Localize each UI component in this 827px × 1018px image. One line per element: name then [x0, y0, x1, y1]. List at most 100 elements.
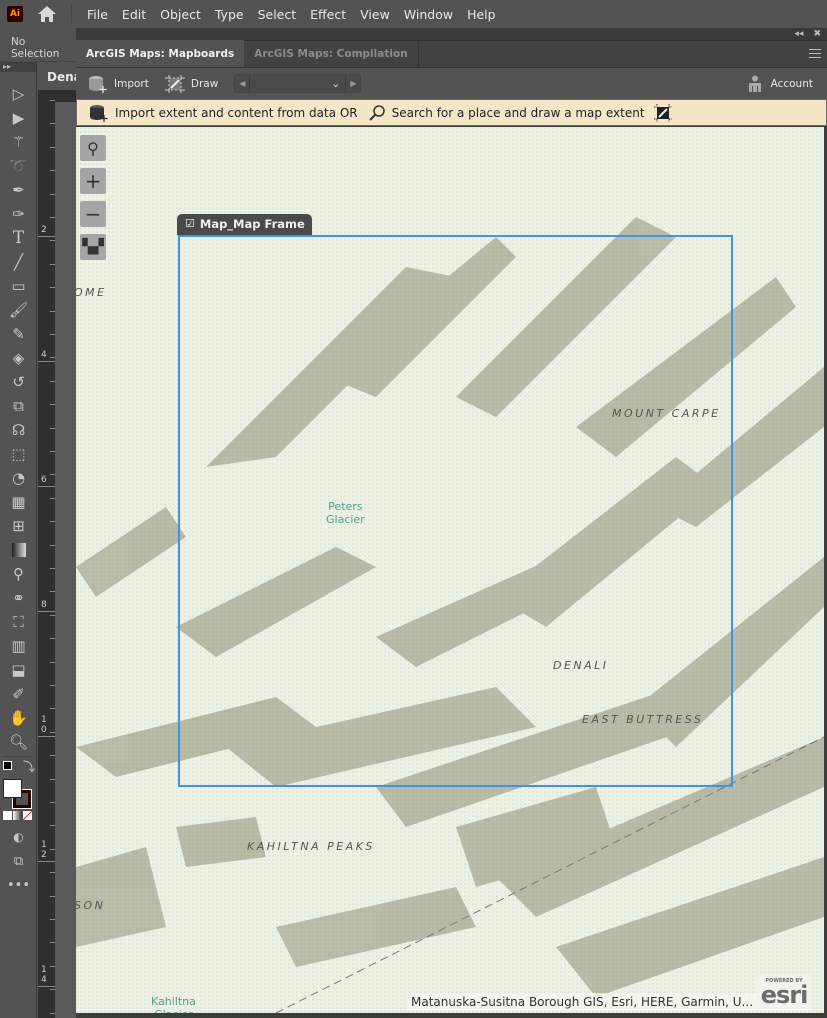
place-label: OME — [76, 286, 107, 299]
artboard-tool-icon[interactable]: ⬓ — [0, 658, 37, 682]
place-label: EAST BUTTRESS — [582, 713, 704, 726]
curvature-tool-icon[interactable]: ✑ — [0, 202, 37, 226]
ruler-major-tick — [38, 236, 55, 237]
shaper-tool-icon[interactable]: ✎ — [0, 322, 37, 346]
hint-import-text: Import extent and content from data OR — [115, 105, 358, 120]
eraser-tool-icon[interactable]: ◈ — [0, 346, 37, 370]
rectangle-tool-icon[interactable]: ▭ — [0, 274, 37, 298]
selection-tool-icon[interactable]: ▷ — [0, 82, 37, 106]
document-tab[interactable]: Denali — [38, 62, 76, 90]
menu-window[interactable]: Window — [397, 7, 460, 22]
ruler-major-tick — [38, 361, 55, 362]
ruler-major-tick — [38, 486, 55, 487]
swap-colors-icon[interactable]: ⤵ — [23, 758, 35, 775]
rotate-tool-icon[interactable]: ↺ — [0, 370, 37, 394]
mesh-tool-icon[interactable]: ⊞ — [0, 514, 37, 538]
draw-button[interactable]: Draw — [164, 74, 218, 93]
collapse-panel-icon[interactable]: ◂◂ — [794, 29, 803, 39]
type-tool-icon[interactable]: T — [0, 226, 37, 250]
symbol-sprayer-tool-icon[interactable]: ⛶ — [0, 610, 37, 634]
ruler-tick — [50, 100, 55, 101]
next-mapboard-icon[interactable]: ▶ — [346, 75, 360, 92]
warp-tool-icon[interactable]: ☊ — [0, 418, 37, 442]
tools-divider — [4, 756, 32, 757]
mapboard-dropdown[interactable]: ⌄ — [249, 75, 347, 92]
panel-bottom-edge — [76, 1013, 827, 1018]
menu-object[interactable]: Object — [153, 7, 208, 22]
eyedropper-tool-icon[interactable]: ⚲ — [0, 562, 37, 586]
magic-wand-tool-icon[interactable]: ⚚ — [0, 130, 37, 154]
ruler-label: 10 — [41, 715, 47, 735]
map-frame-label[interactable]: ☑ Map_Map Frame — [177, 214, 312, 235]
menu-view[interactable]: View — [353, 7, 397, 22]
menu-items: File Edit Object Type Select Effect View… — [80, 7, 503, 22]
menu-type[interactable]: Type — [208, 7, 251, 22]
import-button[interactable]: Import — [88, 75, 149, 93]
map-attribution[interactable]: Matanuska-Susitna Borough GIS, Esri, HER… — [407, 993, 757, 1011]
menu-edit[interactable]: Edit — [115, 7, 153, 22]
zoom-out-button[interactable]: − — [80, 201, 106, 227]
esri-logo[interactable]: POWERED BY esri — [756, 975, 812, 1011]
blend-tool-icon[interactable]: ⚭ — [0, 586, 37, 610]
tools-grip[interactable] — [0, 72, 36, 82]
slice-tool-icon[interactable]: ✐ — [0, 682, 37, 706]
map-view[interactable]: ⚲ + − ▚▞ ☑ Map_Map Frame OME MOUNT CARPE… — [76, 127, 824, 1013]
account-button[interactable]: Account — [748, 75, 813, 92]
line-tool-icon[interactable]: ╱ — [0, 250, 37, 274]
none-mode-icon[interactable] — [23, 811, 32, 820]
glacier-label: Peters Glacier — [326, 500, 365, 526]
basemap-gallery-button[interactable]: ▚▞ — [80, 234, 106, 260]
column-graph-tool-icon[interactable]: ▥ — [0, 634, 37, 658]
shape-builder-tool-icon[interactable]: ◔ — [0, 466, 37, 490]
plus-icon: + — [84, 169, 102, 193]
paintbrush-tool-icon[interactable]: 🖌 — [0, 298, 37, 322]
ruler-label: 4 — [41, 350, 47, 360]
menu-effect[interactable]: Effect — [303, 7, 353, 22]
hint-bar: Import extent and content from data OR S… — [76, 99, 827, 126]
glacier-label: Kahiltna Glacier — [151, 995, 196, 1013]
draw-mode-icon[interactable]: ◐ — [0, 825, 37, 849]
home-icon[interactable] — [37, 5, 57, 23]
hint-search-text: Search for a place and draw a map extent — [391, 105, 645, 120]
ruler-label: 6 — [41, 475, 47, 485]
tab-compilation[interactable]: ArcGIS Maps: Compilation — [244, 40, 419, 67]
free-transform-tool-icon[interactable]: ⬚ — [0, 442, 37, 466]
search-icon: ⚲ — [87, 138, 99, 158]
tab-mapboards[interactable]: ArcGIS Maps: Mapboards — [76, 40, 245, 67]
lasso-tool-icon[interactable]: ➰ — [0, 154, 37, 178]
map-frame-extent[interactable] — [178, 235, 733, 787]
menu-help[interactable]: Help — [460, 7, 503, 22]
map-search-button[interactable]: ⚲ — [80, 135, 106, 161]
hand-tool-icon[interactable]: ✋ — [0, 706, 37, 730]
edit-frame-icon[interactable]: ☑ — [185, 217, 195, 230]
collapse-tools-icon[interactable]: ▸▸ — [0, 62, 36, 72]
database-add-icon — [90, 104, 108, 122]
gradient-tool-icon[interactable] — [0, 538, 37, 562]
direct-selection-tool-icon[interactable]: ▶ — [0, 106, 37, 130]
import-label: Import — [114, 77, 149, 90]
place-label: KAHILTNA PEAKS — [247, 840, 375, 853]
menu-file[interactable]: File — [80, 7, 115, 22]
gradient-mode-icon[interactable] — [13, 811, 22, 820]
zoom-in-button[interactable]: + — [80, 168, 106, 194]
account-label: Account — [770, 77, 813, 90]
pen-tool-icon[interactable]: ✒ — [0, 178, 37, 202]
close-panel-icon[interactable]: ✖ — [813, 29, 821, 39]
color-mode-icon[interactable] — [3, 811, 12, 820]
ruler-major-tick — [38, 861, 55, 862]
ruler-label: 2 — [41, 225, 47, 235]
edit-toolbar-icon[interactable]: ••• — [0, 873, 37, 897]
fill-color-swatch[interactable] — [3, 779, 22, 798]
place-label: SON — [76, 899, 106, 912]
screen-mode-icon[interactable]: ⧉ — [0, 849, 37, 873]
scale-tool-icon[interactable]: ⧉ — [0, 394, 37, 418]
zoom-tool-icon[interactable]: 🔍︎ — [0, 730, 37, 754]
vertical-ruler[interactable]: 2 4 6 8 10 12 14 — [38, 90, 55, 1018]
perspective-grid-tool-icon[interactable]: ▦ — [0, 490, 37, 514]
menu-select[interactable]: Select — [251, 7, 304, 22]
app-logo: Ai — [7, 6, 23, 22]
canvas-background — [55, 102, 76, 1018]
panel-menu-icon[interactable] — [809, 49, 821, 61]
previous-mapboard-icon[interactable]: ◀ — [235, 75, 249, 92]
default-colors-icon[interactable] — [3, 761, 12, 770]
